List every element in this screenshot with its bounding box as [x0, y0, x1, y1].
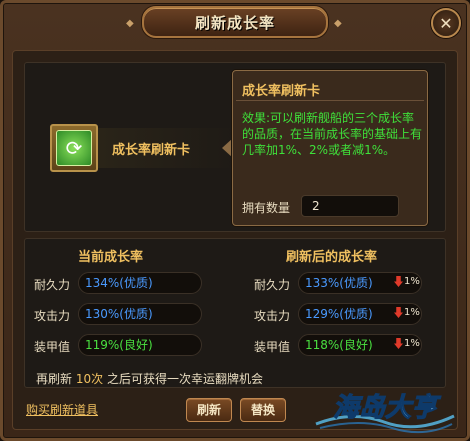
buy-refresh-item-link[interactable]: 购买刷新道具 — [26, 401, 98, 418]
refresh-suffix: 之后可获得一次幸运翻牌机会 — [106, 372, 263, 386]
current-growth-heading: 当前成长率 — [78, 250, 144, 265]
current-durability-value: 134%(优质) — [78, 272, 202, 294]
item-name: 成长率刷新卡 — [112, 142, 191, 158]
dialog-title: 刷新成长率 — [194, 13, 275, 32]
refresh-prefix: 再刷新 — [36, 372, 73, 386]
refreshed-attack-delta: 1% — [394, 307, 420, 318]
refreshed-durability-delta-text: 1% — [404, 276, 420, 287]
item-slot[interactable]: ⟳ — [50, 124, 98, 172]
down-arrow-icon — [394, 276, 403, 287]
down-arrow-icon — [394, 338, 403, 349]
title-ornament-left-icon: ◆ — [126, 18, 134, 29]
owned-count-value: 2 — [301, 195, 399, 217]
current-attack-value: 130%(优质) — [78, 303, 202, 325]
refreshed-durability-label: 耐久力 — [254, 278, 291, 292]
refreshed-durability-text: 133%(优质) — [305, 276, 373, 290]
refresh-card-icon: ⟳ — [56, 130, 92, 166]
current-armor-value: 119%(良好) — [78, 334, 202, 356]
refreshed-armor-text: 118%(良好) — [305, 338, 373, 352]
current-attack-label: 攻击力 — [34, 309, 71, 323]
current-armor-label: 装甲值 — [34, 340, 71, 354]
close-button[interactable]: ✕ — [431, 8, 461, 38]
logo-text: 海岛大亨 — [333, 393, 441, 423]
refresh-button[interactable]: 刷新 — [186, 398, 232, 422]
refreshed-durability-delta: 1% — [394, 276, 420, 287]
refreshed-attack-label: 攻击力 — [254, 309, 291, 323]
owned-count-label: 拥有数量 — [242, 201, 291, 215]
title-plate: 刷新成长率 — [142, 6, 328, 38]
tooltip-title: 成长率刷新卡 — [242, 84, 321, 99]
item-name-strip: 成长率刷新卡 — [98, 128, 238, 168]
refreshed-attack-text: 129%(优质) — [305, 307, 373, 321]
refreshed-growth-heading: 刷新后的成长率 — [286, 250, 378, 265]
game-logo: 海岛大亨 — [315, 392, 455, 434]
refreshed-armor-delta: 1% — [394, 338, 420, 349]
tooltip-description: 效果:可以刷新舰船的三个成长率的品质，在当前成长率的基础上有几率加1%、2%或者… — [242, 111, 423, 157]
refreshed-attack-delta-text: 1% — [404, 307, 420, 318]
title-ornament-right-icon: ◆ — [334, 18, 342, 29]
down-arrow-icon — [394, 307, 403, 318]
refresh-count: 10次 — [75, 372, 104, 386]
refreshed-armor-label: 装甲值 — [254, 340, 291, 354]
tooltip-divider — [236, 100, 424, 101]
swap-button[interactable]: 替换 — [240, 398, 286, 422]
close-icon: ✕ — [439, 13, 453, 33]
refresh-progress-note: 再刷新 10次 之后可获得一次幸运翻牌机会 — [36, 370, 263, 387]
current-durability-label: 耐久力 — [34, 278, 71, 292]
refreshed-armor-delta-text: 1% — [404, 338, 420, 349]
